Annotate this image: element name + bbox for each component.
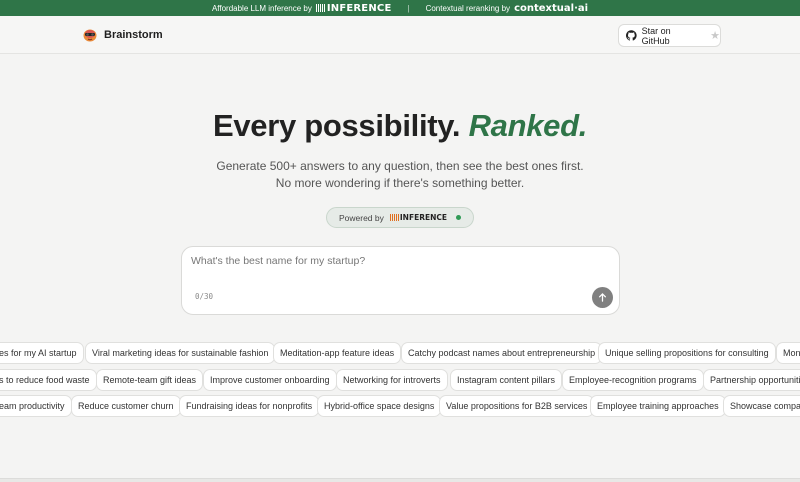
page-title: Every possibility. Ranked. (0, 108, 800, 144)
github-label: Star on GitHub (641, 25, 671, 46)
top-banner: Affordable LLM inference by INFERENCE | … (0, 0, 800, 16)
suggestion-chip[interactable]: Instagram content pillars (450, 369, 563, 391)
question-input-card: 0/30 (181, 246, 620, 315)
title-main: Every possibility. (212, 108, 461, 143)
suggestions-row-1: es for my AI startup Viral marketing ide… (0, 342, 800, 364)
title-accent: Ranked. (468, 108, 588, 143)
star-icon: ★ (710, 30, 720, 42)
suggestion-chip[interactable]: eam productivity (0, 395, 72, 417)
suggestion-chip[interactable]: Employee training approaches (590, 395, 726, 417)
suggestion-chip[interactable]: Viral marketing ideas for sustainable fa… (85, 342, 276, 364)
inference-brand-text: INFERENCE (326, 2, 392, 14)
powered-label: Powered by (338, 212, 384, 223)
github-icon (626, 30, 637, 41)
page-bottom-divider (0, 478, 800, 482)
inference-bars-icon (315, 4, 325, 12)
suggestion-chip[interactable]: Remote-team gift ideas (96, 369, 204, 391)
banner-left-text: Affordable LLM inference by (211, 3, 312, 13)
suggestion-chip[interactable]: Value propositions for B2B services (439, 395, 595, 417)
app-name: Brainstorm (104, 29, 163, 41)
brand-logo[interactable]: Brainstorm (82, 27, 163, 43)
banner-inference-link[interactable]: Affordable LLM inference by INFERENCE (212, 3, 392, 14)
character-counter: 0/30 (195, 292, 214, 301)
powered-brand-text: INFERENCE (399, 213, 447, 222)
suggestion-chip[interactable]: Unique selling propositions for consulti… (598, 342, 776, 364)
suggestion-chip[interactable]: Hybrid-office space designs (317, 395, 442, 417)
suggestion-chip[interactable]: Improve customer onboarding (203, 369, 337, 391)
suggestion-chip[interactable]: s to reduce food waste (0, 369, 97, 391)
suggestion-chip[interactable]: Reduce customer churn (71, 395, 181, 417)
suggestion-chip[interactable]: Networking for introverts (336, 369, 448, 391)
submit-button[interactable] (592, 287, 613, 308)
suggestion-chip[interactable]: es for my AI startup (0, 342, 84, 364)
suggestion-chip[interactable]: Fundraising ideas for nonprofits (179, 395, 320, 417)
suggestions-row-3: eam productivity Reduce customer churn F… (0, 395, 800, 417)
banner-contextual-link[interactable]: Contextual reranking by contextual·ai (426, 3, 588, 14)
suggestion-chip[interactable]: Employee-recognition programs (562, 369, 704, 391)
suggestions-row-2: s to reduce food waste Remote-team gift … (0, 369, 800, 391)
banner-separator: | (407, 3, 410, 13)
status-dot-icon (456, 215, 461, 220)
suggestion-chip[interactable]: Meditation-app feature ideas (273, 342, 402, 364)
suggestion-chip[interactable]: Catchy podcast names about entrepreneurs… (401, 342, 603, 364)
suggestion-chip[interactable]: Mon (776, 342, 800, 364)
inference-bars-icon (389, 214, 399, 221)
site-header: Brainstorm Star on GitHub ★ (0, 16, 800, 54)
star-on-github-button[interactable]: Star on GitHub ★ (618, 24, 721, 47)
powered-by-badge[interactable]: Powered by INFERENCE (326, 207, 474, 228)
inference-logo: INFERENCE (315, 2, 392, 14)
contextual-logo: contextual·ai (514, 2, 589, 14)
arrow-up-icon (598, 293, 607, 302)
question-input[interactable] (191, 255, 591, 275)
banner-right-text: Contextual reranking by (425, 3, 511, 13)
brain-logo-icon (83, 29, 97, 42)
suggestion-chip[interactable]: Partnership opportuniti (703, 369, 800, 391)
powered-inference-logo: INFERENCE (389, 213, 447, 222)
page-subtitle: Generate 500+ answers to any question, t… (216, 159, 584, 190)
suggestion-chip[interactable]: Showcase compan (723, 395, 800, 417)
